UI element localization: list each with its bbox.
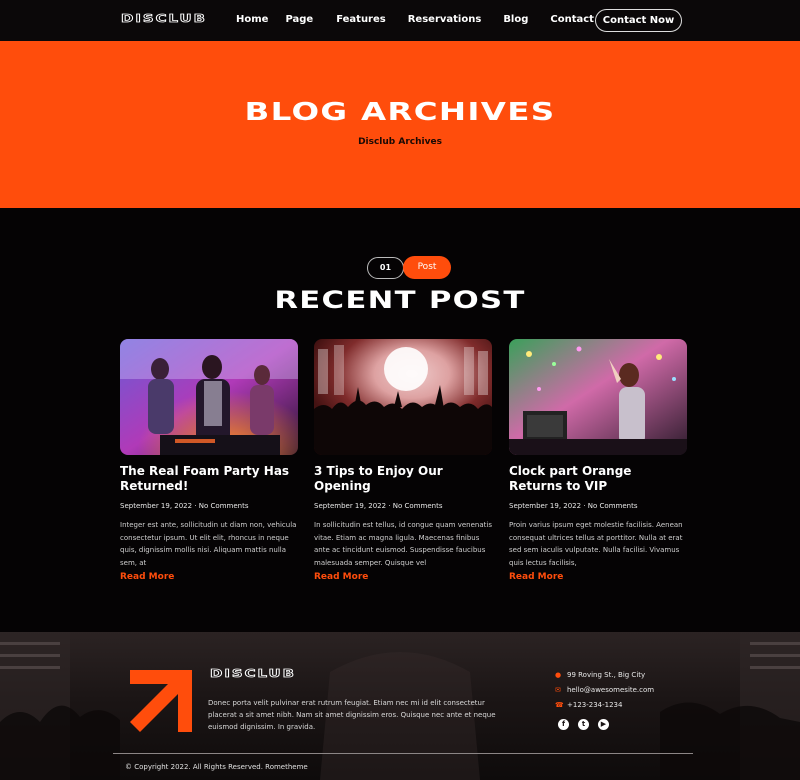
read-more-link[interactable]: Read More [120,572,298,582]
nav-features[interactable]: Features [336,14,386,25]
contact-now-button[interactable]: Contact Now [595,9,682,32]
footer-description: Donec porta velit pulvinar erat rutrum f… [208,699,496,731]
post-title[interactable]: 3 Tips to Enjoy Our Opening [314,464,492,494]
contact-address: ● 99 Roving St., Big City [555,667,654,682]
envelope-icon: ✉ [555,685,561,694]
nav-blog[interactable]: Blog [503,14,528,25]
section-number-tag: 01 [367,257,404,279]
email-text[interactable]: hello@awesomesite.com [567,686,654,694]
post-comments[interactable]: No Comments [393,502,443,510]
phone-text[interactable]: +123-234-1234 [567,701,622,709]
post-image[interactable] [509,339,687,455]
youtube-icon[interactable]: ▶ [598,719,609,730]
post-meta: September 19, 2022 · No Comments [509,502,687,510]
contact-email[interactable]: ✉ hello@awesomesite.com [555,682,654,697]
post-card: 3 Tips to Enjoy Our Opening September 19… [314,339,492,582]
phone-icon: ☎ [555,700,564,709]
nav-reservations[interactable]: Reservations [408,14,482,25]
page-title: BLOG ARCHIVES [244,97,556,126]
address-text: 99 Roving St., Big City [567,670,646,679]
site-logo[interactable]: DISCLUB [120,12,207,26]
post-date: September 19, 2022 [314,502,387,510]
nav-contact[interactable]: Contact [550,14,594,25]
meta-separator: · [388,502,391,510]
nav-page[interactable]: Page [285,14,313,25]
nav-home[interactable]: Home [236,14,268,25]
copyright-text: © Copyright 2022. All Rights Reserved. R… [125,763,308,771]
post-image[interactable] [120,339,298,455]
post-meta: September 19, 2022 · No Comments [120,502,298,510]
post-title[interactable]: The Real Foam Party Has Returned! [120,464,298,494]
footer-logo[interactable]: DISCLUB [209,667,296,681]
site-header: DISCLUB Home Page Features Reservations … [0,0,800,41]
post-excerpt: Proin varius ipsum eget molestie facilis… [509,521,683,567]
post-card: The Real Foam Party Has Returned! Septem… [120,339,298,582]
post-title[interactable]: Clock part Orange Returns to VIP [509,464,687,494]
social-links: f t ▶ [558,719,609,730]
meta-separator: · [194,502,197,510]
post-comments[interactable]: No Comments [199,502,249,510]
read-more-link[interactable]: Read More [314,572,492,582]
contact-phone[interactable]: ☎ +123-234-1234 [555,697,654,712]
post-meta: September 19, 2022 · No Comments [314,502,492,510]
post-date: September 19, 2022 [509,502,582,510]
breadcrumb: Disclub Archives [358,137,442,147]
facebook-icon[interactable]: f [558,719,569,730]
section-label-tag: Post [403,256,451,279]
arrow-up-right-icon [130,670,192,732]
twitter-icon[interactable]: t [578,719,589,730]
location-pin-icon: ● [555,670,562,679]
post-image[interactable] [314,339,492,455]
hero-banner: BLOG ARCHIVES Disclub Archives [0,41,800,208]
post-comments[interactable]: No Comments [588,502,638,510]
read-more-link[interactable]: Read More [509,572,687,582]
post-excerpt: Integer est ante, sollicitudin ut diam n… [120,521,297,567]
section-title: RECENT POST [274,286,526,314]
main-nav: Home Page Features Reservations Blog Con… [236,14,594,25]
footer-contact-list: ● 99 Roving St., Big City ✉ hello@awesom… [555,667,654,712]
footer-divider [113,753,693,754]
post-excerpt: In sollicitudin est tellus, id congue qu… [314,521,492,567]
post-card: Clock part Orange Returns to VIP Septemb… [509,339,687,582]
meta-separator: · [583,502,586,510]
post-date: September 19, 2022 [120,502,193,510]
